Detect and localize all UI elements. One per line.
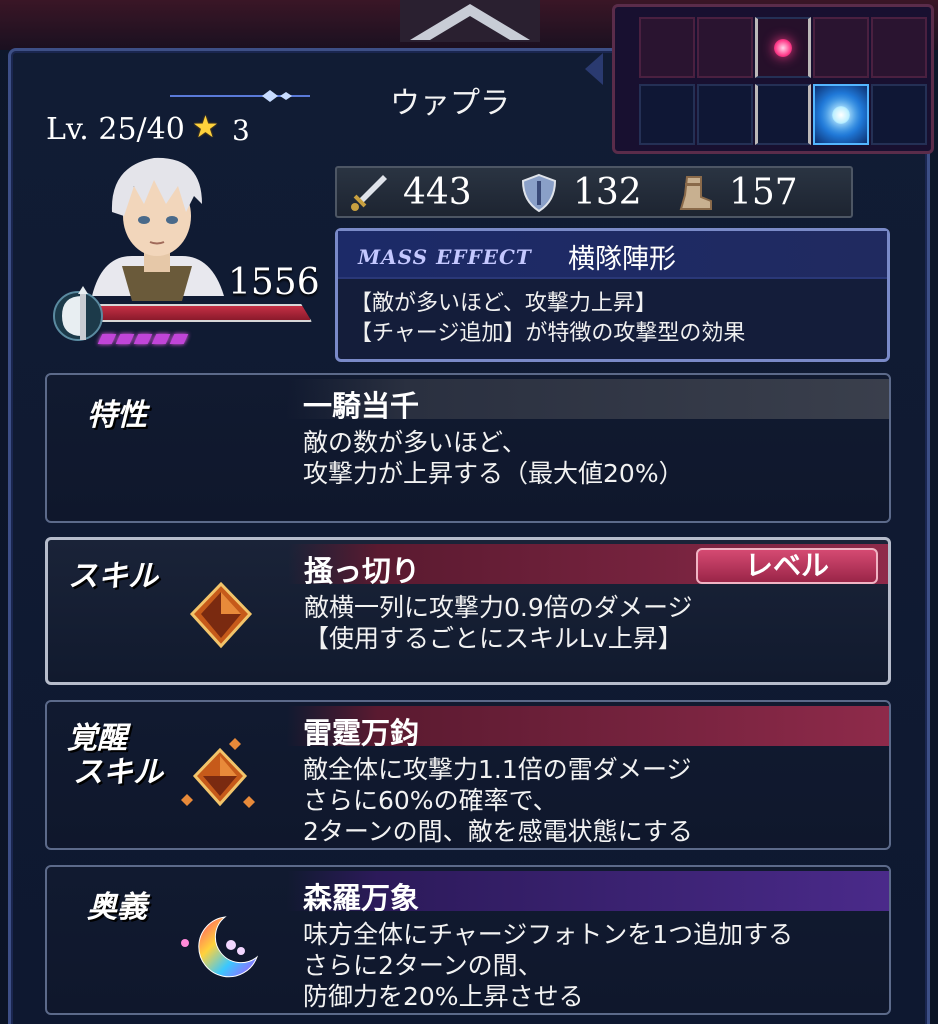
charge-pip (97, 334, 117, 344)
ultimate-panel[interactable]: 奥義 森羅万象 味方全体にチャージフォトンを1つ追加する さらに2ターンの間、 … (45, 865, 891, 1015)
formation-cell[interactable] (697, 84, 753, 145)
mass-effect-description: 【敵が多いほど、攻撃力上昇】 【チャージ追加】が特徴の攻撃型の効果 (338, 279, 887, 359)
star-icon: ★ (192, 110, 219, 145)
crescent-moon-icon (181, 916, 259, 978)
skill-title: 掻っ切り (304, 554, 421, 588)
name-ornament-icon (170, 90, 310, 102)
skill-desc-line: 敵横一列に攻撃力0.9倍のダメージ (304, 593, 693, 622)
enemy-marker-icon (774, 38, 792, 57)
trait-description: 敵の数が多いほど、 攻撃力が上昇する（最大値20%） (303, 427, 684, 489)
trait-label: 特性 (87, 398, 147, 433)
ultimate-label: 奥義 (87, 890, 147, 925)
skill-label: スキル (68, 559, 158, 594)
ultimate-desc-line: 味方全体にチャージフォトンを1つ追加する (303, 920, 794, 949)
awakened-skill-title: 雷霆万鈞 (303, 716, 420, 750)
sword-icon (351, 174, 387, 211)
attack-value: 443 (403, 172, 472, 213)
shield-icon (521, 173, 557, 212)
mass-effect-title: 横隊陣形 (568, 244, 676, 275)
formation-cell[interactable] (639, 17, 695, 78)
mass-effect-tag: MASS EFFECT (358, 245, 532, 269)
trait-desc-line: 攻撃力が上昇する（最大値20%） (303, 459, 684, 488)
trait-title: 一騎当千 (303, 389, 420, 423)
hp-bar (96, 304, 312, 322)
charge-gauge (97, 334, 189, 344)
trait-panel[interactable]: 特性 一騎当千 敵の数が多いほど、 攻撃力が上昇する（最大値20%） (45, 373, 891, 523)
awakened-skill-desc-line: 2ターンの間、敵を感電状態にする (303, 817, 693, 846)
collapse-arrow-icon[interactable] (400, 0, 540, 42)
skill-level-button[interactable]: レベル (696, 548, 878, 584)
formation-cell[interactable] (697, 17, 753, 78)
attack-stat: 443 (349, 172, 472, 213)
skill-panel[interactable]: スキル 掻っ切り レベル 敵横一列に攻撃力0.9倍のダメージ 【使用するごとにス… (45, 537, 891, 685)
formation-cell[interactable] (871, 17, 927, 78)
awakened-skill-desc-line: 敵全体に攻撃力1.1倍の雷ダメージ (303, 755, 692, 784)
formation-grid[interactable] (585, 4, 934, 154)
boot-icon (679, 175, 712, 210)
formation-cell[interactable] (755, 84, 811, 145)
charge-pip (169, 334, 189, 344)
ultimate-description: 味方全体にチャージフォトンを1つ追加する さらに2ターンの間、 防御力を20%上… (303, 919, 793, 1012)
speed-value: 157 (729, 172, 798, 213)
mass-effect-header: MASS EFFECT 横隊陣形 (338, 231, 887, 279)
charge-pip (115, 334, 135, 344)
formation-cell-unit-position[interactable] (813, 84, 869, 145)
mass-effect-card: MASS EFFECT 横隊陣形 【敵が多いほど、攻撃力上昇】 【チャージ追加】… (335, 228, 890, 362)
charge-pip (133, 334, 153, 344)
formation-cell-enemy-marker[interactable] (755, 17, 811, 78)
awakened-skill-panel[interactable]: 覚醒 スキル 雷霆万鈞 敵全体に攻撃力1.1倍の雷ダメージ さらに60%の確率で… (45, 700, 891, 850)
skill-description: 敵横一列に攻撃力0.9倍のダメージ 【使用するごとにスキルLv上昇】 (304, 592, 693, 654)
skill-desc-line: 【使用するごとにスキルLv上昇】 (304, 624, 683, 653)
defense-value: 132 (573, 172, 642, 213)
level-label: Lv. 25/40 (46, 112, 185, 147)
awakened-skill-desc-line: さらに60%の確率で、 (303, 786, 558, 815)
character-name: ウァプラ (390, 86, 510, 121)
mass-effect-desc-line: 【敵が多いほど、攻撃力上昇】 (350, 291, 657, 316)
trait-desc-line: 敵の数が多いほど、 (303, 428, 527, 457)
awakened-skill-label-line: 覚醒 (67, 721, 127, 756)
formation-cell[interactable] (871, 84, 927, 145)
ultimate-desc-line: さらに2ターンの間、 (303, 951, 543, 980)
skill-crystal-icon (189, 581, 253, 649)
rarity-count: 3 (232, 114, 250, 147)
ultimate-desc-line: 防御力を20%上昇させる (303, 982, 584, 1011)
defense-stat: 132 (519, 172, 642, 213)
awakened-skill-description: 敵全体に攻撃力1.1倍の雷ダメージ さらに60%の確率で、 2ターンの間、敵を感… (303, 754, 693, 847)
charge-pip (151, 334, 171, 344)
ultimate-title: 森羅万象 (303, 881, 420, 915)
mass-effect-desc-line: 【チャージ追加】が特徴の攻撃型の効果 (350, 321, 746, 346)
formation-cell[interactable] (639, 84, 695, 145)
awakened-skill-label-line: スキル (73, 755, 163, 790)
unit-position-icon (832, 105, 850, 124)
formation-cell[interactable] (813, 17, 869, 78)
awakened-skill-crystal-icon (181, 738, 255, 808)
stats-bar: 443 132 157 (335, 166, 853, 218)
awakened-skill-label: 覚醒 スキル (67, 722, 163, 790)
speed-stat: 157 (675, 172, 798, 213)
hp-value: 1556 (228, 262, 320, 303)
